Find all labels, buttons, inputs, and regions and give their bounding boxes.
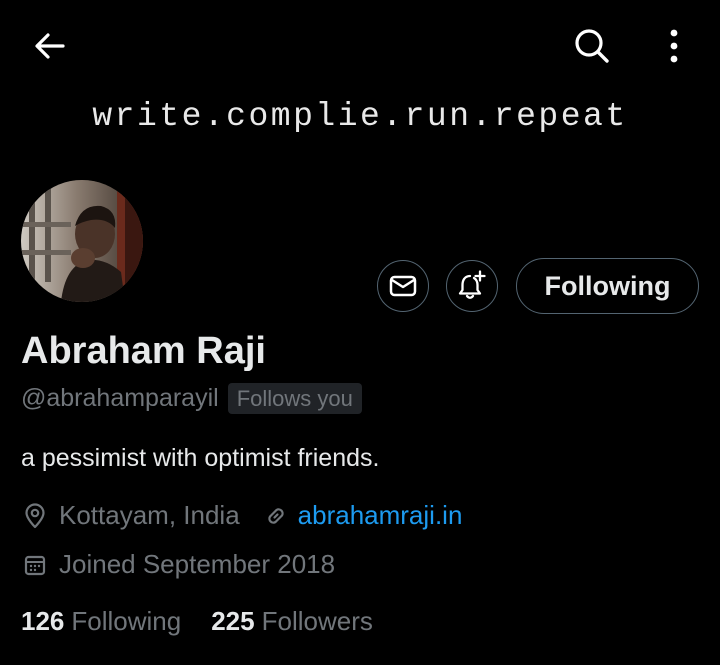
calendar-icon [21,551,49,579]
location-pin-icon [21,502,49,530]
message-button[interactable] [377,260,429,312]
follows-you-badge: Follows you [227,383,362,414]
avatar-photo [21,180,143,302]
more-vertical-icon [670,29,678,63]
handle: @abrahamparayil [21,384,219,412]
back-button[interactable] [28,26,72,66]
following-button[interactable]: Following [516,258,699,314]
avatar[interactable] [21,180,143,302]
banner-text: write.complie.run.repeat [92,98,628,135]
location-website-row: Kottayam, India abrahamraji.in [21,500,462,531]
envelope-icon [389,275,417,297]
arrow-left-icon [35,33,65,59]
display-name: Abraham Raji [21,330,266,372]
search-icon [575,29,609,63]
search-button[interactable] [569,24,615,68]
more-options-button[interactable] [656,24,692,68]
link-icon [262,502,290,530]
stats-row: 126 Following 225 Followers [21,606,373,637]
following-stat[interactable]: 126 Following [21,606,181,637]
followers-count: 225 [211,606,255,636]
notify-button[interactable] [446,260,498,312]
following-count: 126 [21,606,65,636]
handle-row: @abrahamparayil Follows you [21,383,362,414]
bio: a pessimist with optimist friends. [21,444,380,472]
followers-stat[interactable]: 225 Followers [211,606,373,637]
joined-row: Joined September 2018 [21,549,335,580]
followers-label: Followers [261,606,373,636]
location-text: Kottayam, India [59,500,240,530]
bell-plus-icon [458,270,486,299]
website-link[interactable]: abrahamraji.in [298,500,463,531]
joined-text: Joined September 2018 [59,549,336,579]
following-label: Following [71,606,182,636]
